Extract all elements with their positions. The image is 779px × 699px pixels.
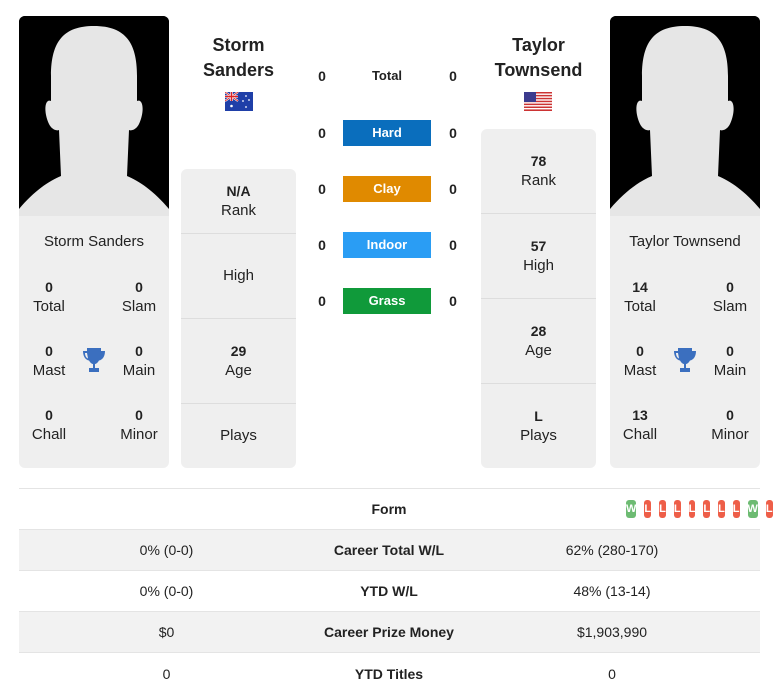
player2-info-panel: 78 Rank 57 High 28 Age L Plays: [481, 129, 596, 468]
player2-main: 0 Main: [713, 343, 747, 379]
player1-name: Storm Sanders: [43, 233, 145, 250]
table-row: 0% (0-0) YTD W/L 48% (13-14): [19, 571, 760, 612]
form-badge-loss[interactable]: L: [673, 500, 681, 518]
form-badge-loss[interactable]: L: [644, 500, 652, 518]
player2-rank: 78 Rank: [481, 129, 596, 214]
table-row: $0 Career Prize Money $1,903,990: [19, 612, 760, 653]
table-row: 0% (0-0) Career Total W/L 62% (280-170): [19, 530, 760, 571]
player2-slam: 0 Slam: [712, 279, 748, 315]
h2h-clay-row: 0 Clay 0: [310, 176, 470, 202]
h2h-grass-row: 0 Grass 0: [310, 288, 470, 314]
player1-chall: 0 Chall: [31, 407, 67, 443]
player1-slam: 0 Slam: [121, 279, 157, 315]
australia-flag-icon: [225, 92, 253, 111]
player1-card: Storm Sanders 0 Total 0 Slam 0 Mast 0 Main 0…: [19, 216, 169, 468]
form-badge-loss[interactable]: L: [703, 500, 711, 518]
player1-main: 0 Main: [122, 343, 156, 379]
surface-grass-button[interactable]: Grass: [343, 288, 431, 314]
form-badge-loss[interactable]: L: [718, 500, 725, 518]
form-row: Form WLLLLLLLWL: [19, 489, 773, 530]
player1-title[interactable]: Storm Sanders: [181, 33, 296, 83]
player1-age: 29 Age: [181, 319, 296, 404]
player2-plays: L Plays: [520, 408, 557, 444]
player1-rank: N/A Rank: [181, 169, 296, 234]
trophy-icon: [674, 348, 696, 372]
h2h-total-row: 0 Total 0: [310, 63, 470, 89]
player1-mast: 0 Mast: [32, 343, 66, 379]
player2-mast: 0 Mast: [623, 343, 657, 379]
form-badge-win[interactable]: W: [747, 500, 758, 518]
player2-title[interactable]: Taylor Townsend: [481, 33, 596, 83]
h2h-total-label: Total: [371, 68, 403, 83]
comparison-table: Form WLLLLLLLWL 0% (0-0) Career Total W/…: [19, 488, 773, 694]
form-badge-loss[interactable]: L: [688, 500, 696, 518]
player1-photo: [19, 16, 169, 216]
player2-photo: [610, 16, 760, 216]
player2-total: 14 Total: [624, 279, 656, 315]
form-label: Form: [371, 501, 407, 517]
h2h-indoor-row: 0 Indoor 0: [310, 232, 470, 258]
surface-hard-button[interactable]: Hard: [343, 120, 431, 146]
surface-indoor-button[interactable]: Indoor: [343, 232, 431, 258]
form-badge-loss[interactable]: L: [732, 500, 740, 518]
usa-flag-icon: [524, 92, 552, 111]
trophy-icon: [83, 348, 105, 372]
player2-age: 28 Age: [481, 299, 596, 384]
form-badges: WLLLLLLLWL: [464, 500, 773, 518]
player2-chall: 13 Chall: [622, 407, 658, 443]
silhouette-icon: [610, 16, 760, 216]
player1-info-panel: N/A Rank High 29 Age Plays: [181, 169, 296, 468]
player1-minor: 0 Minor: [120, 407, 158, 443]
silhouette-icon: [19, 16, 169, 216]
surface-clay-button[interactable]: Clay: [343, 176, 431, 202]
player1-plays: Plays: [220, 427, 257, 444]
table-row: 0 YTD Titles 0: [162, 665, 616, 682]
form-badge-loss[interactable]: L: [765, 500, 773, 518]
form-badge-win[interactable]: W: [626, 500, 637, 518]
player2-minor: 0 Minor: [711, 407, 749, 443]
player1-total: 0 Total: [33, 279, 65, 315]
player2-high: 57 High: [481, 214, 596, 299]
h2h-hard-row: 0 Hard 0: [310, 120, 470, 146]
player2-name: Taylor Townsend: [629, 233, 741, 250]
player2-card: Taylor Townsend 14 Total 0 Slam 0 Mast 0 Mai…: [610, 216, 760, 468]
player1-high: High: [181, 234, 296, 319]
form-badge-loss[interactable]: L: [659, 500, 666, 518]
